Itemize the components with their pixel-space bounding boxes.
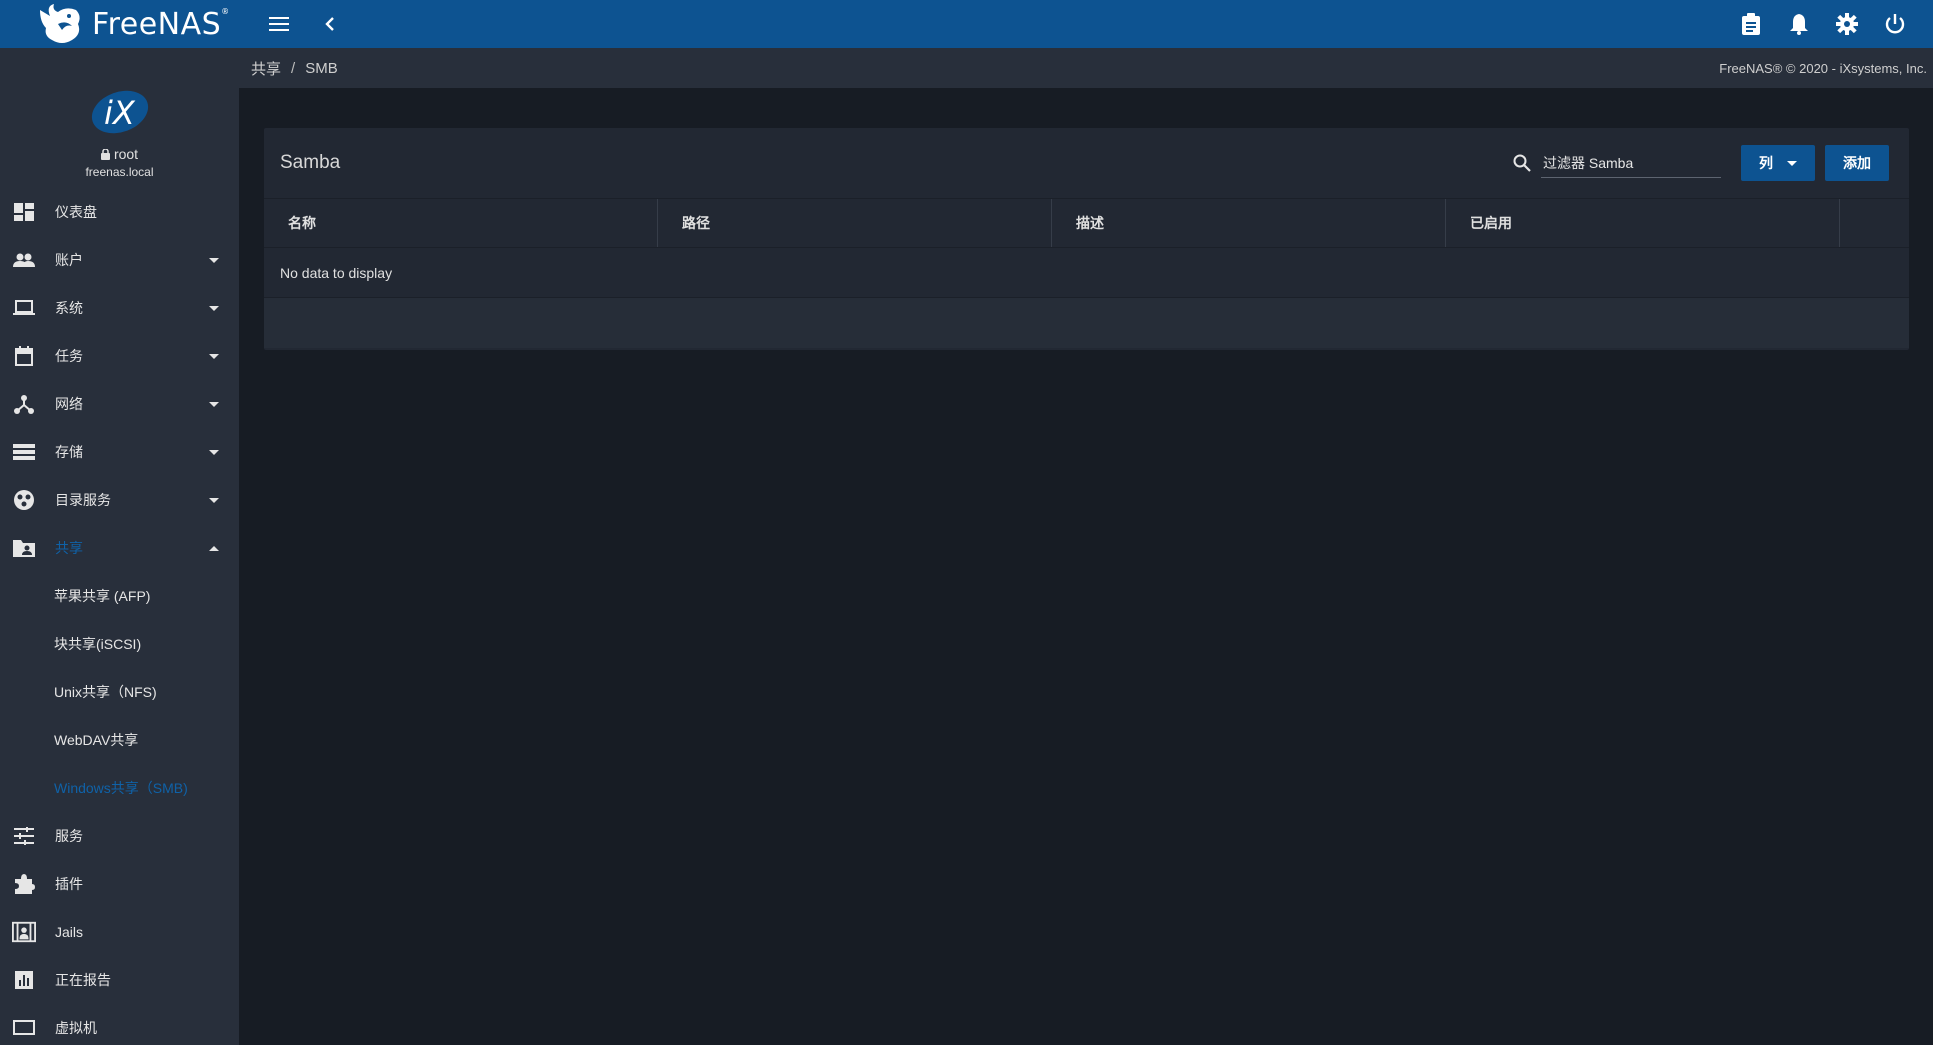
column-header-description[interactable]: 描述 [1052,199,1446,247]
chevron-left-icon[interactable] [316,10,344,38]
bell-icon[interactable] [1785,10,1813,38]
column-header-enabled[interactable]: 已启用 [1446,199,1840,247]
svg-text:iX: iX [104,94,136,132]
caret-down-icon [1787,160,1797,166]
sidebar-item-jails[interactable]: Jails [0,908,239,956]
power-icon[interactable] [1881,10,1909,38]
sidebar-subitem-nfs[interactable]: Unix共享（NFS) [0,668,239,716]
report-icon [12,968,36,992]
storage-icon [12,440,36,464]
sidebar-item-reporting[interactable]: 正在报告 [0,956,239,1004]
table-empty-message: No data to display [264,248,1909,298]
sidebar-subitem-smb[interactable]: Windows共享（SMB) [0,764,239,812]
table-header: 名称 路径 描述 已启用 [264,198,1909,248]
sidebar-item-services[interactable]: 服务 [0,812,239,860]
chevron-down-icon [209,257,219,263]
sidebar-item-vm[interactable]: 虚拟机 [0,1004,239,1045]
menu-icon[interactable] [266,10,294,38]
ixsystems-logo-icon: iX [91,90,148,134]
profile: iX root freenas.local [0,48,239,188]
vm-icon [12,1016,36,1040]
username-text: root [113,146,139,162]
freenas-logo[interactable]: FreeNAS® [0,0,239,48]
chevron-down-icon [209,305,219,311]
copyright-text: FreeNAS® © 2020 - iXsystems, Inc. [1719,60,1927,76]
sidebar: iX root freenas.local 仪表盘 账户 系统 任务 网络 存储 [0,48,239,1045]
breadcrumb-parent[interactable]: 共享 [251,58,281,79]
sidebar-item-network[interactable]: 网络 [0,380,239,428]
laptop-icon [12,296,36,320]
people-icon [12,248,36,272]
folder-shared-icon [12,536,36,560]
search-icon [1513,154,1531,172]
directory-icon [12,488,36,512]
clipboard-icon[interactable] [1737,10,1765,38]
sidebar-item-tasks[interactable]: 任务 [0,332,239,380]
card-title: Samba [280,152,341,173]
user-name: root [100,146,139,162]
tune-icon [12,824,36,848]
sidebar-item-accounts[interactable]: 账户 [0,236,239,284]
column-header-path[interactable]: 路径 [658,199,1052,247]
sidebar-subitem-afp[interactable]: 苹果共享 (AFP) [0,572,239,620]
dashboard-icon [12,200,36,224]
add-button[interactable]: 添加 [1825,145,1889,181]
sidebar-subitem-webdav[interactable]: WebDAV共享 [0,716,239,764]
breadcrumb-current: SMB [305,59,338,77]
lock-icon [100,148,110,160]
filter [1513,148,1721,178]
filter-input[interactable] [1541,148,1721,178]
calendar-icon [12,344,36,368]
columns-button[interactable]: 列 [1741,145,1815,181]
gear-icon[interactable] [1833,10,1861,38]
chevron-down-icon [209,449,219,455]
sidebar-item-directory-services[interactable]: 目录服务 [0,476,239,524]
chevron-down-icon [209,401,219,407]
sidebar-item-system[interactable]: 系统 [0,284,239,332]
top-bar: FreeNAS® [0,0,1933,48]
logo-text: FreeNAS® [92,6,230,42]
sidebar-item-dashboard[interactable]: 仪表盘 [0,188,239,236]
chevron-up-icon [209,545,219,551]
freenas-shark-icon [40,4,80,43]
samba-shares-card: Samba 列 添加 名称 路径 描述 已启用 No data to displ… [264,128,1909,350]
table-footer [264,298,1909,348]
breadcrumb-separator: / [291,59,296,77]
hostname-text: freenas.local [85,165,154,179]
sidebar-item-sharing[interactable]: 共享 [0,524,239,572]
network-icon [12,392,36,416]
card-header: Samba 列 添加 [264,128,1909,198]
breadcrumb-bar: 共享 / SMB FreeNAS® © 2020 - iXsystems, In… [239,48,1933,88]
breadcrumb: 共享 / SMB [251,58,338,79]
columns-button-label: 列 [1759,155,1773,171]
jail-icon [12,920,36,944]
sidebar-item-storage[interactable]: 存储 [0,428,239,476]
puzzle-icon [12,872,36,896]
sidebar-item-plugins[interactable]: 插件 [0,860,239,908]
chevron-down-icon [209,497,219,503]
sidebar-subitem-iscsi[interactable]: 块共享(iSCSI) [0,620,239,668]
chevron-down-icon [209,353,219,359]
column-header-name[interactable]: 名称 [264,199,658,247]
